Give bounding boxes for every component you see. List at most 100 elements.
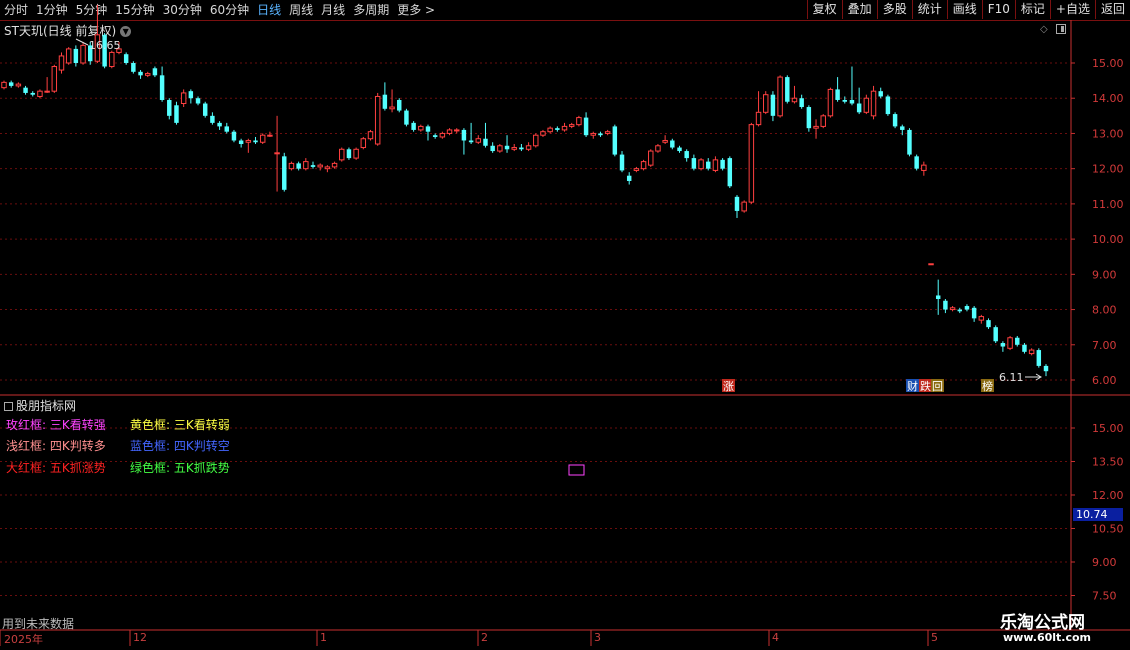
candle-body: [167, 99, 172, 116]
candle-body: [1036, 350, 1042, 366]
candle-body: [152, 68, 158, 76]
candle-body: [454, 129, 460, 132]
candle-body: [267, 134, 273, 137]
candle-body: [331, 162, 338, 168]
candle-body: [921, 164, 927, 171]
candle-body: [568, 124, 575, 127]
indicator-title[interactable]: 股朋指标网: [4, 397, 76, 414]
x-axis-label: 4: [772, 631, 779, 644]
candle-body: [928, 263, 934, 266]
candle-body: [914, 156, 919, 169]
candle-body: [755, 111, 762, 126]
candle-body: [741, 201, 747, 212]
candle-body: [555, 128, 560, 130]
candle-body: [259, 134, 266, 143]
candle-body: [547, 127, 553, 133]
future-data-note: 用到未来数据: [2, 617, 75, 631]
candle-body: [978, 316, 985, 321]
candle-body: [763, 94, 769, 113]
high-price-pointer: [75, 38, 89, 46]
kline-chart[interactable]: 15.00 14.00 13.00 12.00 11.00 10.00 9.00 8.00 7.…: [0, 0, 1130, 650]
event-marker-label: 涨: [723, 380, 734, 393]
candle-body: [475, 138, 482, 143]
candle-body: [604, 131, 611, 134]
candle-body: [374, 95, 381, 145]
candle-body: [842, 99, 848, 102]
candle-body: [339, 148, 345, 161]
candle-body: [900, 126, 905, 130]
candle-body: [734, 196, 740, 211]
candle-body: [404, 110, 409, 125]
candle-body: [389, 106, 395, 110]
indicator-tick-label: 12.00: [1092, 489, 1124, 502]
event-marker-label: 跌: [920, 379, 931, 393]
price-tick-label: 14.00: [1092, 92, 1124, 105]
candle-body: [138, 71, 143, 76]
legend-item: 蓝色框: 四K判转空: [130, 439, 230, 453]
candle-body: [253, 140, 258, 143]
legend-item: 黄色框: 三K看转弱: [130, 418, 230, 432]
candle-body: [303, 161, 309, 170]
low-price-label: 6.11: [999, 371, 1024, 384]
candle-body: [174, 105, 179, 123]
candle-body: [73, 48, 79, 63]
candle-body: [870, 90, 877, 117]
candle-body: [382, 94, 388, 109]
candle-body: [317, 164, 323, 168]
price-tick-label: 11.00: [1092, 198, 1124, 211]
indicator-tick-label: 10.50: [1092, 523, 1124, 536]
candle-body: [131, 63, 136, 72]
price-tick-label: 6.00: [1092, 374, 1117, 387]
candle-body: [827, 88, 834, 117]
x-axis-label: 3: [594, 631, 601, 644]
candle-body: [957, 309, 962, 312]
candle-body: [583, 117, 589, 136]
candle-body: [483, 138, 488, 146]
candle-body: [461, 129, 467, 141]
candle-body: [360, 138, 367, 149]
signal-box: [568, 464, 585, 476]
candle-body: [863, 97, 870, 113]
watermark-url: www.60lt.com: [1003, 631, 1092, 644]
candle-body: [310, 165, 316, 167]
watermark-title: 乐淘公式网: [1000, 613, 1085, 633]
candle-body: [504, 145, 510, 150]
candle-body: [8, 82, 14, 86]
candle-body: [202, 103, 208, 116]
candle-body: [1015, 337, 1020, 345]
candle-body: [878, 91, 883, 97]
candle-body: [159, 75, 165, 100]
candle-body: [806, 107, 812, 129]
candle-body: [324, 166, 331, 170]
candle-body: [561, 125, 568, 131]
indicator-tick-label: 13.50: [1092, 456, 1124, 469]
checkbox-icon[interactable]: [4, 402, 13, 411]
candle-body: [1043, 365, 1049, 372]
price-tick-label: 9.00: [1092, 268, 1117, 281]
candle-body: [418, 125, 424, 131]
candle-body: [1007, 337, 1013, 349]
candle-body: [943, 300, 948, 310]
candle-body: [497, 145, 503, 152]
candle-body: [640, 161, 647, 170]
x-axis-label: 12: [133, 631, 147, 644]
candle-body: [1000, 343, 1006, 347]
candle-body: [282, 156, 287, 190]
candle-body: [109, 51, 115, 68]
candle-body: [65, 48, 72, 64]
candle-body: [397, 99, 402, 111]
candle-body: [720, 159, 725, 169]
candle-body: [748, 124, 755, 203]
candle-body: [144, 73, 151, 76]
candle-body: [353, 148, 359, 159]
candle-body: [245, 139, 252, 143]
candle-body: [296, 163, 301, 169]
candle-body: [525, 145, 532, 150]
legend-item: 浅红框: 四K判转多: [6, 439, 106, 453]
candle-body: [856, 103, 862, 113]
candle-body: [51, 66, 58, 92]
indicator-tick-label: 7.50: [1092, 590, 1117, 603]
candle-body: [468, 140, 474, 143]
candle-body: [1022, 344, 1027, 352]
candle-body: [777, 76, 783, 117]
